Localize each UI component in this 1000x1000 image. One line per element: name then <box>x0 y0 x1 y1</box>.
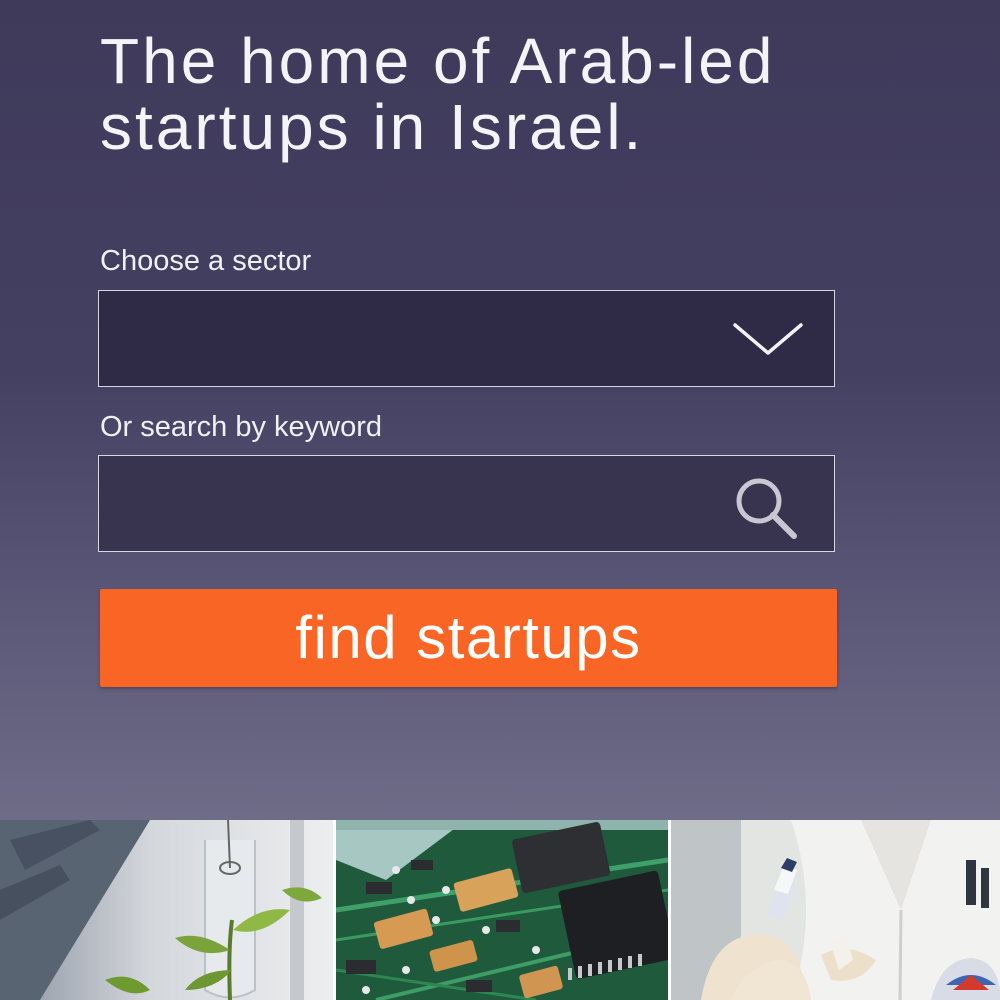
keyword-search-input[interactable] <box>99 456 719 550</box>
sector-label: Choose a sector <box>100 245 312 277</box>
lab-scientist-photo <box>671 820 1000 1000</box>
circuit-board-photo <box>336 820 668 1000</box>
photo-strip <box>0 820 1000 1000</box>
chevron-down-icon <box>733 323 803 355</box>
hero-section: The home of Arab-led startups in Israel.… <box>0 0 1000 820</box>
keyword-label: Or search by keyword <box>100 411 383 443</box>
plant-in-test-tube-photo <box>0 820 333 1000</box>
page-headline: The home of Arab-led startups in Israel. <box>100 25 776 163</box>
find-startups-button[interactable]: find startups <box>100 589 837 687</box>
sector-dropdown[interactable] <box>98 290 835 387</box>
search-icon[interactable] <box>734 476 800 542</box>
keyword-search-box <box>98 455 835 552</box>
